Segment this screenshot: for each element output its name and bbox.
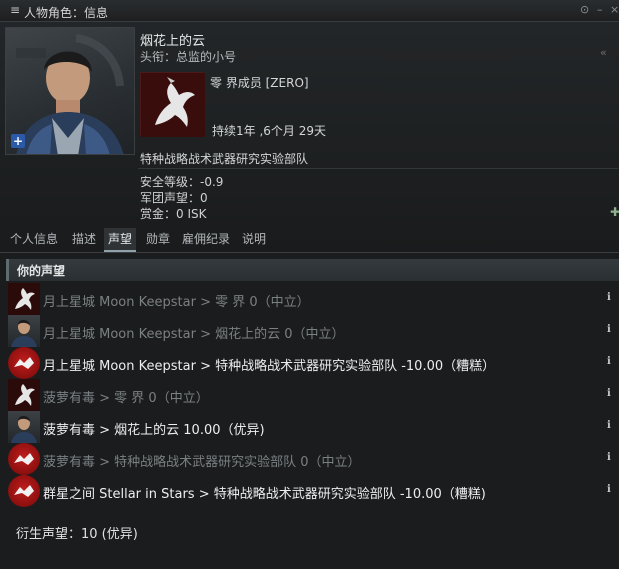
alliance-logo-icon xyxy=(8,347,40,379)
tab-standings[interactable]: 声望 xyxy=(104,228,137,252)
standing-row[interactable]: 菠萝有毒 > 特种战略战术武器研究实验部队 0（中立） i xyxy=(0,443,619,475)
add-contact-icon[interactable]: + xyxy=(11,134,25,148)
standing-text: 菠萝有毒 > 特种战略战术武器研究实验部队 0（中立） xyxy=(43,455,361,470)
character-title: 头衔：总监的小号 xyxy=(140,50,237,64)
alliance-logo-icon xyxy=(8,443,40,475)
header-divider xyxy=(138,168,618,169)
close-button[interactable]: × xyxy=(610,3,619,17)
pin-icon[interactable]: ⊙ xyxy=(580,3,589,17)
info-icon[interactable]: i xyxy=(607,356,617,368)
info-icon[interactable]: i xyxy=(607,452,617,464)
character-portrait-icon xyxy=(8,315,40,347)
corporation-logo[interactable] xyxy=(140,72,205,137)
character-portrait[interactable]: + xyxy=(5,27,135,155)
character-portrait-icon xyxy=(8,411,40,443)
character-header: + 烟花上的云 头衔：总监的小号 零 界成员 [ZERO] 持续1年 ,6个月 … xyxy=(0,22,619,252)
character-name: 烟花上的云 xyxy=(140,34,206,49)
faction-standing: 军团声望：0 xyxy=(140,191,208,205)
minimize-button[interactable]: – xyxy=(597,3,603,17)
corporation-name[interactable]: 零 界成员 [ZERO] xyxy=(210,74,309,91)
corporation-logo-icon xyxy=(8,283,40,315)
window-titlebar[interactable]: ≡ 人物角色：信息 ⊙ – × xyxy=(0,0,619,22)
membership-duration: 持续1年 ,6个月 29天 xyxy=(212,124,326,138)
tab-medals[interactable]: 勋章 xyxy=(142,228,174,252)
window-menu-icon[interactable]: ≡ xyxy=(10,4,20,16)
standing-row[interactable]: 月上星城 Moon Keepstar > 烟花上的云 0（中立） i xyxy=(0,315,619,347)
alliance-logo-icon xyxy=(8,475,40,507)
standings-panel: 你的声望 月上星城 Moon Keepstar > 零 界 0（中立） i 月上… xyxy=(0,252,619,569)
standing-row[interactable]: 菠萝有毒 > 零 界 0（中立） i xyxy=(0,379,619,411)
standing-row[interactable]: 月上星城 Moon Keepstar > 特种战略战术武器研究实验部队 -10.… xyxy=(0,347,619,379)
expand-plus-icon[interactable]: ✚ xyxy=(610,205,619,219)
standing-row[interactable]: 菠萝有毒 > 烟花上的云 10.00（优异) i xyxy=(0,411,619,443)
security-status: 安全等级：-0.9 xyxy=(140,175,224,189)
info-icon[interactable]: i xyxy=(607,420,617,432)
standings-section-header: 你的声望 xyxy=(6,259,619,281)
standing-row[interactable]: 月上星城 Moon Keepstar > 零 界 0（中立） i xyxy=(0,283,619,315)
standing-text: 群星之间 Stellar in Stars > 特种战略战术武器研究实验部队 -… xyxy=(43,487,486,502)
tab-personal-info[interactable]: 个人信息 xyxy=(6,228,62,252)
info-icon[interactable]: i xyxy=(607,484,617,496)
tab-employment-history[interactable]: 雇佣纪录 xyxy=(178,228,234,252)
standing-text: 菠萝有毒 > 烟花上的云 10.00（优异) xyxy=(43,423,265,438)
corporation-logo-icon xyxy=(8,379,40,411)
tab-description[interactable]: 描述 xyxy=(68,228,100,252)
bounty: 赏金：0 ISK xyxy=(140,207,207,221)
section-title: 你的声望 xyxy=(17,264,66,278)
derived-standing: 衍生声望：10 (优异) xyxy=(16,527,138,542)
info-icon[interactable]: i xyxy=(607,292,617,304)
standing-text: 月上星城 Moon Keepstar > 特种战略战术武器研究实验部队 -10.… xyxy=(43,359,496,374)
collapse-arrow-icon[interactable]: « xyxy=(600,46,607,59)
standing-row[interactable]: 群星之间 Stellar in Stars > 特种战略战术武器研究实验部队 -… xyxy=(0,475,619,507)
standing-text: 月上星城 Moon Keepstar > 零 界 0（中立） xyxy=(43,295,310,310)
alliance-name[interactable]: 特种战略战术武器研究实验部队 xyxy=(140,150,308,167)
standing-text: 月上星城 Moon Keepstar > 烟花上的云 0（中立） xyxy=(43,327,345,342)
window-title: 人物角色：信息 xyxy=(24,6,109,20)
info-icon[interactable]: i xyxy=(607,388,617,400)
tab-bar: 个人信息 描述 声望 勋章 雇佣纪录 说明 xyxy=(0,228,619,252)
standing-text: 菠萝有毒 > 零 界 0（中立） xyxy=(43,391,209,406)
tab-notes[interactable]: 说明 xyxy=(238,228,270,252)
info-icon[interactable]: i xyxy=(607,324,617,336)
